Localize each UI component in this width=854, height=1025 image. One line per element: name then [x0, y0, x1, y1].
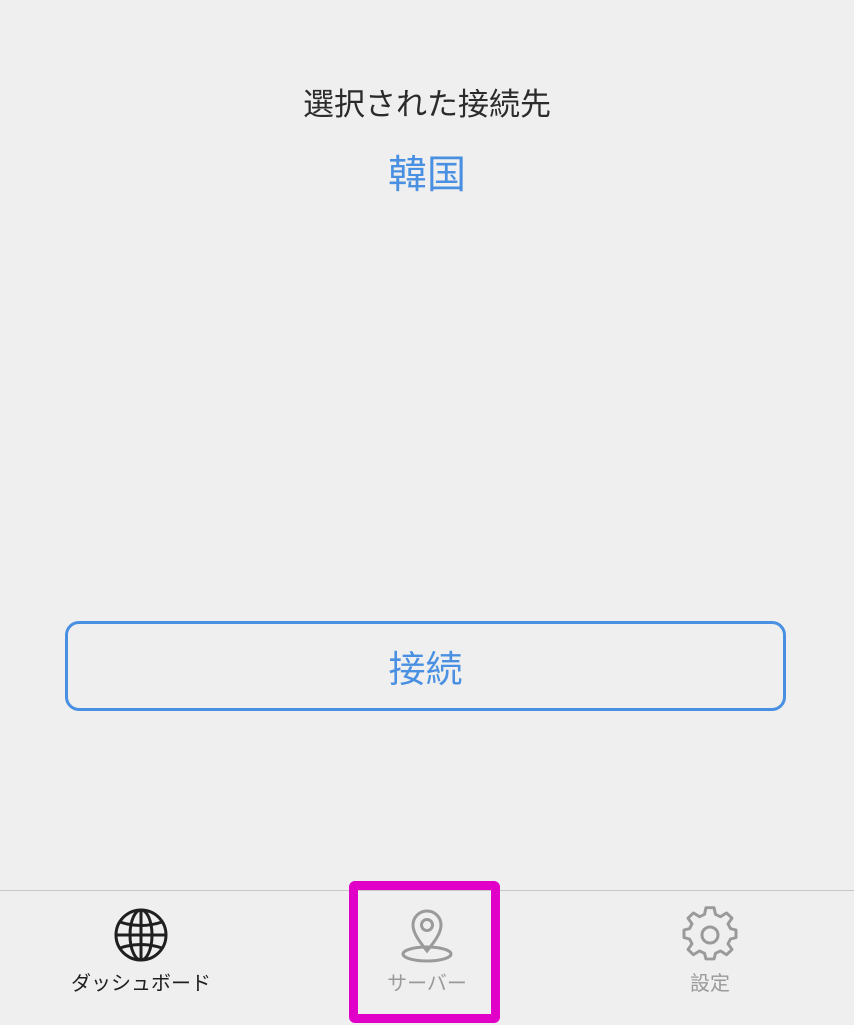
tab-dashboard-label: ダッシュボード [71, 971, 211, 995]
connect-button-label: 接続 [388, 648, 463, 691]
selected-destination-label: 選択された接続先 [303, 87, 551, 123]
tab-settings-label: 設定 [690, 971, 730, 995]
tab-bar: ダッシュボード サーバー 設定 [0, 890, 854, 1025]
tab-server[interactable]: サーバー [317, 891, 537, 1025]
map-pin-icon [397, 905, 457, 965]
gear-icon [680, 905, 740, 965]
connect-button[interactable]: 接続 [65, 621, 786, 711]
selected-destination-value: 韓国 [387, 153, 466, 198]
tab-settings[interactable]: 設定 [600, 891, 820, 1025]
tab-dashboard[interactable]: ダッシュボード [31, 891, 251, 1025]
globe-icon [111, 905, 171, 965]
tab-server-label: サーバー [387, 971, 467, 995]
